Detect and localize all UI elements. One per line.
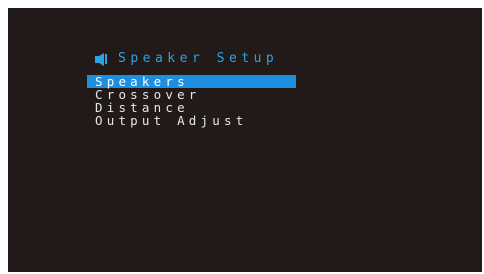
menu-title: Speaker Setup — [118, 51, 279, 66]
osd-screen: Speaker Setup Speakers Crossover Distanc… — [8, 8, 482, 272]
menu-header: Speaker Setup — [94, 51, 278, 67]
menu-list: Speakers Crossover Distance Output Adjus… — [87, 75, 296, 127]
speaker-setup-icon — [94, 52, 108, 66]
menu-item-output-adjust[interactable]: Output Adjust — [87, 114, 296, 127]
